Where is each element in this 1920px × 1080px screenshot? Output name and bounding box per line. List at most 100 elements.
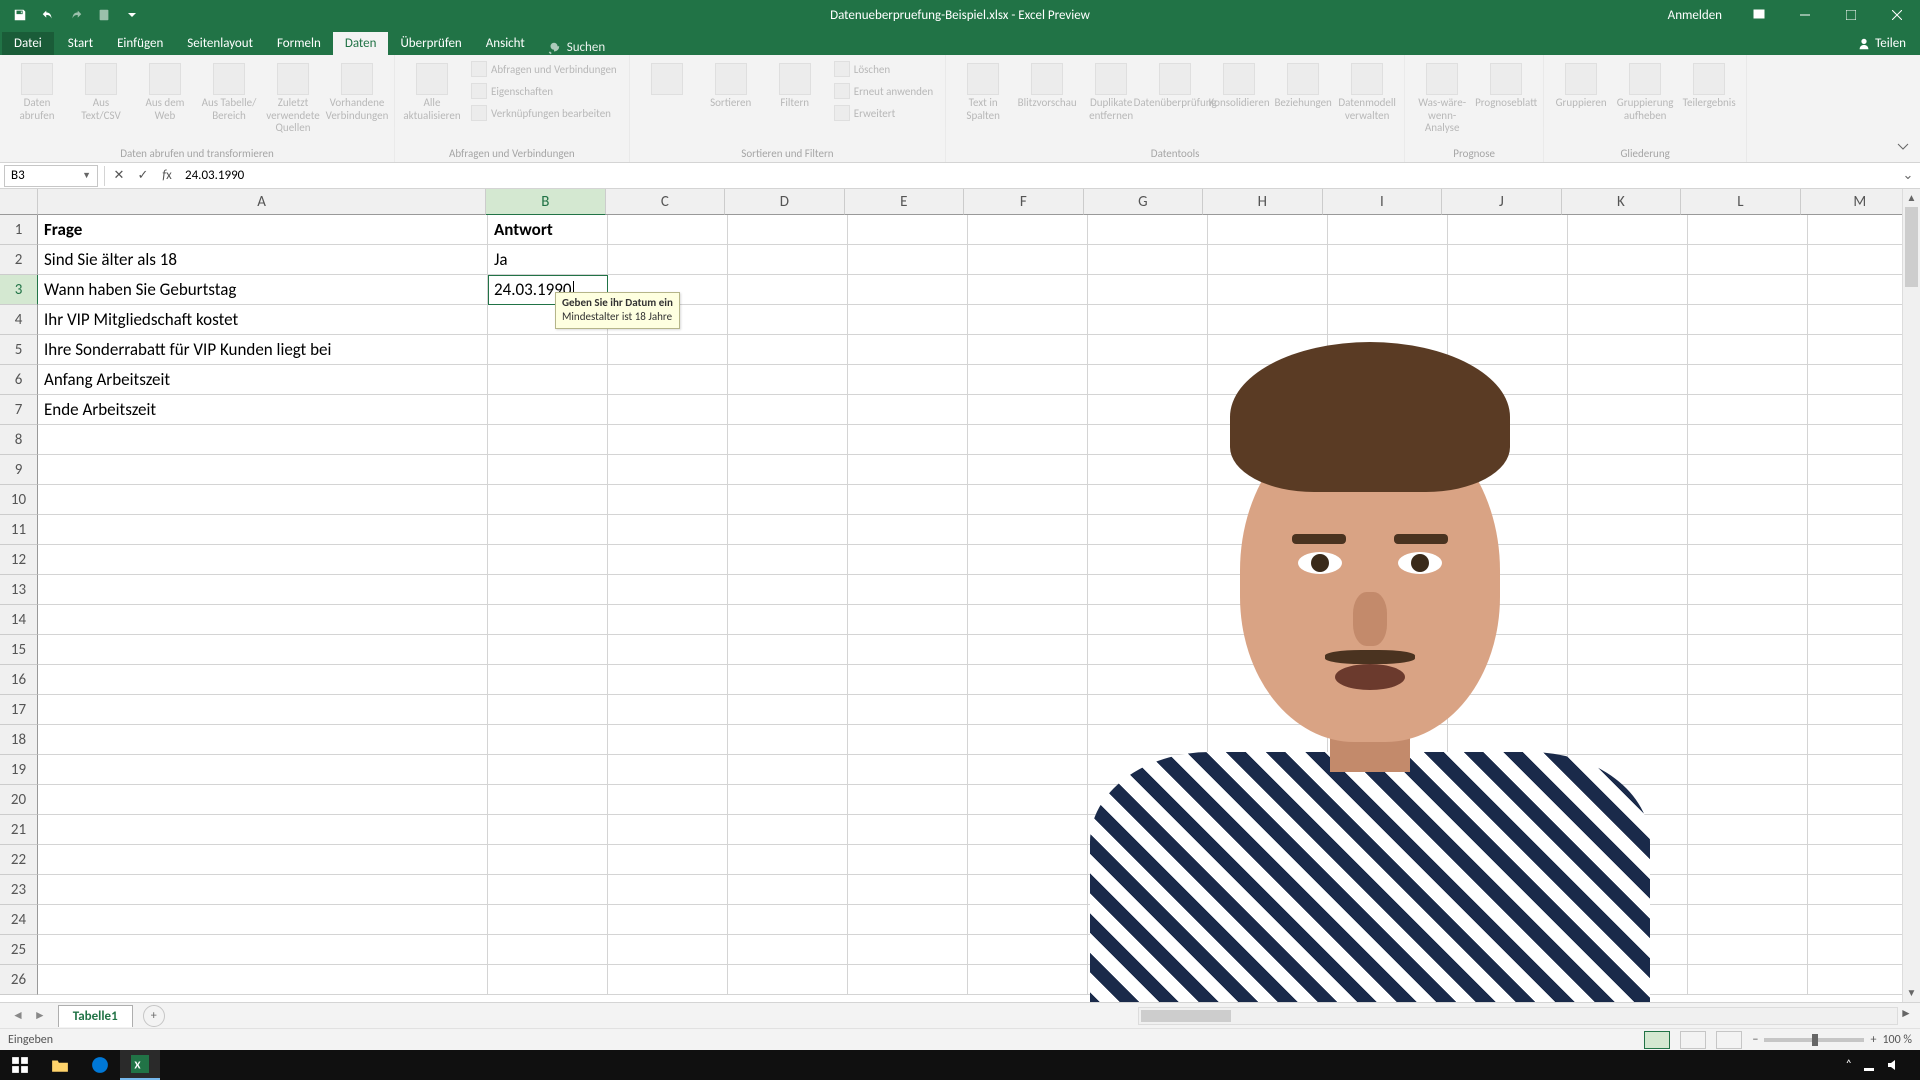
cell[interactable] bbox=[1328, 875, 1448, 905]
cell[interactable] bbox=[488, 365, 608, 395]
column-header[interactable]: J bbox=[1442, 189, 1562, 215]
tab-ansicht[interactable]: Ansicht bbox=[474, 32, 537, 55]
cell[interactable] bbox=[38, 425, 488, 455]
zoom-in-button[interactable]: + bbox=[1870, 1033, 1876, 1047]
row-header[interactable]: 19 bbox=[0, 755, 38, 785]
cell[interactable] bbox=[728, 935, 848, 965]
cell[interactable] bbox=[1088, 905, 1208, 935]
cell[interactable] bbox=[1208, 935, 1328, 965]
cell[interactable] bbox=[488, 605, 608, 635]
cell[interactable] bbox=[1208, 515, 1328, 545]
cell[interactable] bbox=[608, 245, 728, 275]
cell[interactable] bbox=[1448, 845, 1568, 875]
cell[interactable] bbox=[728, 365, 848, 395]
row-header[interactable]: 23 bbox=[0, 875, 38, 905]
cell[interactable] bbox=[608, 335, 728, 365]
excel-taskbar-button[interactable]: X bbox=[120, 1050, 160, 1080]
cell[interactable] bbox=[1088, 785, 1208, 815]
cell[interactable] bbox=[608, 455, 728, 485]
confirm-edit-button[interactable]: ✓ bbox=[131, 165, 155, 187]
cell[interactable] bbox=[1568, 395, 1688, 425]
cell[interactable] bbox=[608, 485, 728, 515]
cell[interactable] bbox=[728, 755, 848, 785]
cell[interactable] bbox=[488, 725, 608, 755]
volume-icon[interactable] bbox=[1886, 1058, 1900, 1072]
zoom-out-button[interactable]: − bbox=[1752, 1033, 1758, 1047]
ribbon-button[interactable]: Was-wäre-wenn-Analyse bbox=[1413, 59, 1471, 139]
cell[interactable] bbox=[1088, 305, 1208, 335]
cell[interactable] bbox=[1328, 815, 1448, 845]
cell[interactable] bbox=[38, 545, 488, 575]
hscroll-right-icon[interactable]: ► bbox=[1900, 1006, 1918, 1021]
cell[interactable] bbox=[38, 575, 488, 605]
cell[interactable] bbox=[1328, 485, 1448, 515]
ribbon-button-small[interactable]: Erneut anwenden bbox=[830, 81, 937, 101]
cell[interactable] bbox=[1568, 335, 1688, 365]
ribbon-button-small[interactable]: Erweitert bbox=[830, 103, 937, 123]
cell[interactable] bbox=[1208, 635, 1328, 665]
cell[interactable] bbox=[1568, 365, 1688, 395]
row-header[interactable]: 26 bbox=[0, 965, 38, 995]
cell[interactable] bbox=[1568, 845, 1688, 875]
cell[interactable] bbox=[848, 455, 968, 485]
cell[interactable] bbox=[1208, 455, 1328, 485]
cell[interactable] bbox=[488, 935, 608, 965]
cell[interactable] bbox=[1568, 875, 1688, 905]
cell[interactable] bbox=[848, 635, 968, 665]
cell[interactable] bbox=[1328, 575, 1448, 605]
cell[interactable] bbox=[38, 785, 488, 815]
cell[interactable] bbox=[1568, 515, 1688, 545]
cell[interactable] bbox=[1688, 515, 1808, 545]
cell[interactable] bbox=[1688, 215, 1808, 245]
cell[interactable] bbox=[488, 575, 608, 605]
qat-customize-icon[interactable] bbox=[120, 3, 144, 27]
cell[interactable] bbox=[728, 695, 848, 725]
cell[interactable] bbox=[1328, 305, 1448, 335]
horizontal-scrollbar[interactable] bbox=[1138, 1007, 1898, 1025]
cell[interactable] bbox=[728, 785, 848, 815]
row-header[interactable]: 7 bbox=[0, 395, 38, 425]
cell[interactable] bbox=[608, 965, 728, 995]
cell[interactable] bbox=[1448, 575, 1568, 605]
cell[interactable] bbox=[38, 935, 488, 965]
cell[interactable] bbox=[1088, 215, 1208, 245]
ribbon-button[interactable]: Text in Spalten bbox=[954, 59, 1012, 126]
cell[interactable] bbox=[968, 695, 1088, 725]
cell[interactable] bbox=[1688, 425, 1808, 455]
network-icon[interactable] bbox=[1862, 1058, 1876, 1072]
cells-area[interactable]: FrageAntwortSind Sie älter als 18JaWann … bbox=[38, 215, 1920, 995]
cell[interactable] bbox=[1208, 335, 1328, 365]
cell[interactable] bbox=[608, 845, 728, 875]
cell[interactable] bbox=[1208, 665, 1328, 695]
cell[interactable] bbox=[1568, 485, 1688, 515]
tab-formeln[interactable]: Formeln bbox=[265, 32, 333, 55]
row-header[interactable]: 10 bbox=[0, 485, 38, 515]
cell[interactable] bbox=[38, 635, 488, 665]
cell[interactable] bbox=[848, 965, 968, 995]
row-header[interactable]: 2 bbox=[0, 245, 38, 275]
row-header[interactable]: 17 bbox=[0, 695, 38, 725]
row-header[interactable]: 21 bbox=[0, 815, 38, 845]
cell[interactable] bbox=[1328, 905, 1448, 935]
cell[interactable] bbox=[848, 275, 968, 305]
cell[interactable] bbox=[1688, 755, 1808, 785]
cell[interactable] bbox=[1208, 905, 1328, 935]
cell[interactable] bbox=[1328, 365, 1448, 395]
cell[interactable] bbox=[728, 455, 848, 485]
cell[interactable] bbox=[1208, 875, 1328, 905]
share-button[interactable]: Teilen bbox=[1843, 32, 1920, 55]
cell[interactable] bbox=[1328, 215, 1448, 245]
cell[interactable]: Ja bbox=[488, 245, 608, 275]
view-page-layout-button[interactable] bbox=[1680, 1031, 1706, 1049]
cell[interactable] bbox=[968, 875, 1088, 905]
cell[interactable] bbox=[848, 245, 968, 275]
cell[interactable] bbox=[968, 485, 1088, 515]
add-sheet-button[interactable]: + bbox=[143, 1005, 165, 1027]
cell[interactable] bbox=[1688, 305, 1808, 335]
cell[interactable] bbox=[728, 665, 848, 695]
cell[interactable] bbox=[1568, 665, 1688, 695]
cell[interactable] bbox=[608, 575, 728, 605]
column-header[interactable]: I bbox=[1323, 189, 1443, 215]
cell[interactable] bbox=[1208, 815, 1328, 845]
cell[interactable] bbox=[968, 755, 1088, 785]
